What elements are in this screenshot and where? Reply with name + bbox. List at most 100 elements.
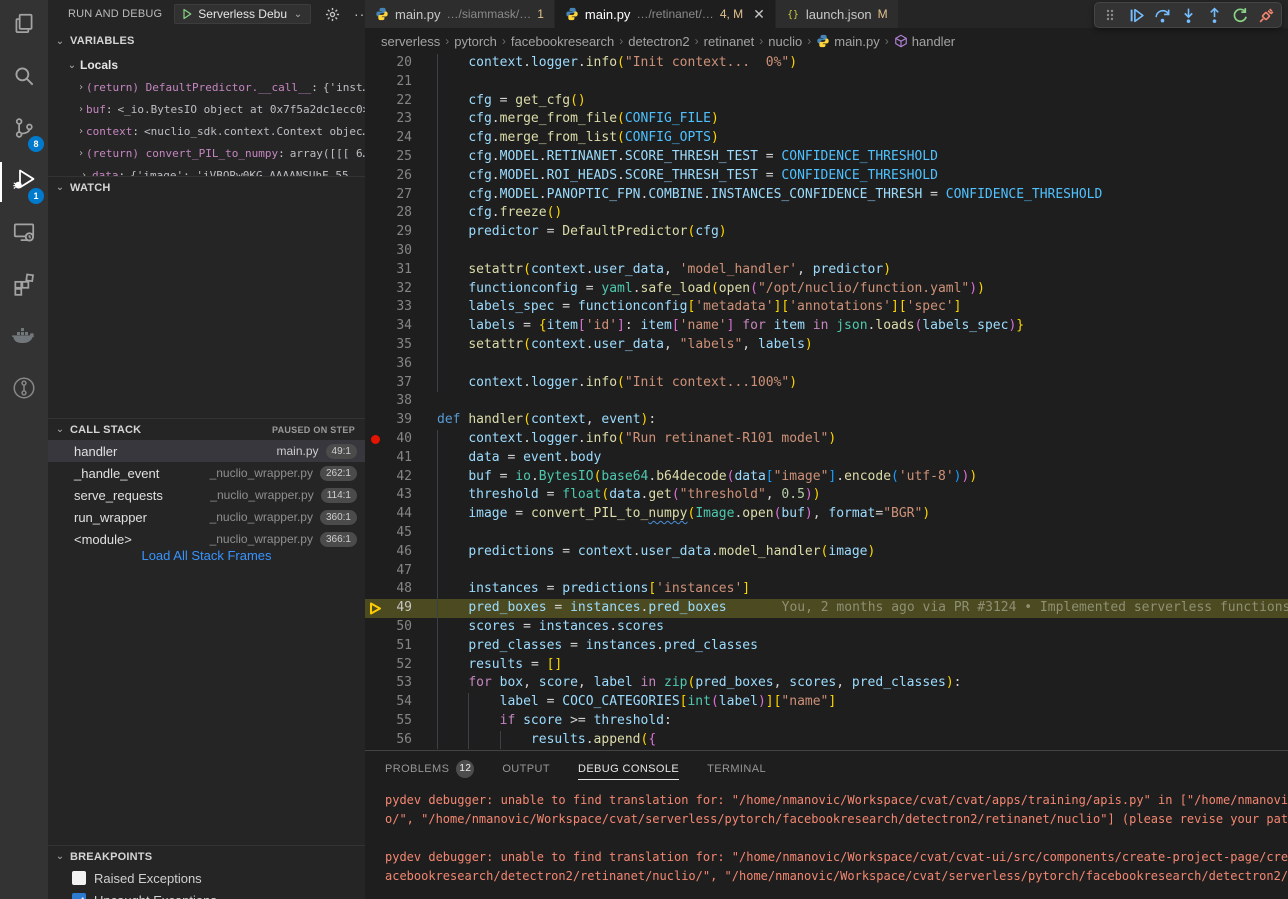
step-into-button[interactable] — [1176, 4, 1200, 26]
stack-frame-row[interactable]: <module>_nuclio_wrapper.py366:1 — [48, 528, 365, 550]
variable-value: <_io.BytesIO object at 0x7f5a2dc1ecc0> — [118, 103, 365, 116]
glyph-margin[interactable] — [365, 411, 385, 430]
glyph-margin[interactable] — [365, 449, 385, 468]
step-out-button[interactable] — [1202, 4, 1226, 26]
activitybar-item-gitlens[interactable] — [0, 364, 48, 416]
glyph-margin[interactable] — [365, 355, 385, 374]
panel-tab-debug-console[interactable]: DEBUG CONSOLE — [578, 757, 679, 780]
editor-tab-main.py[interactable]: main.py…/retinanet/…4, M✕ — [555, 0, 776, 28]
breakpoint-glyph[interactable] — [365, 430, 385, 449]
variables-section-header[interactable]: ⌄ VARIABLES — [48, 30, 365, 52]
glyph-margin[interactable] — [365, 674, 385, 693]
glyph-margin[interactable] — [365, 374, 385, 393]
call-stack-section-header[interactable]: ⌄ CALL STACK PAUSED ON STEP — [48, 418, 365, 440]
glyph-margin[interactable] — [365, 242, 385, 261]
breakpoint-row[interactable]: Uncaught Exceptions — [48, 889, 365, 899]
indent-guide — [437, 486, 438, 505]
launch-config-dropdown[interactable]: Serverless Debu ⌄ — [174, 4, 311, 24]
variable-row[interactable]: ›(return) convert_PIL_to_numpy:array([[[… — [48, 142, 365, 164]
glyph-margin[interactable] — [365, 298, 385, 317]
editor-tab-main.py[interactable]: main.py…/siammask/…1 — [365, 0, 555, 28]
step-over-button[interactable] — [1150, 4, 1174, 26]
extensions-icon — [11, 271, 37, 302]
activitybar-item-source-control[interactable]: 8 — [0, 104, 48, 156]
breakpoint-row[interactable]: Raised Exceptions — [48, 867, 365, 889]
breadcrumb-item-facebookresearch[interactable]: facebookresearch — [511, 34, 614, 49]
glyph-margin[interactable] — [365, 54, 385, 73]
variable-row[interactable]: ›(return) DefaultPredictor.__call__:{'in… — [48, 76, 365, 98]
glyph-margin[interactable] — [365, 280, 385, 299]
breakpoints-section-header[interactable]: ⌄ BREAKPOINTS — [48, 845, 365, 867]
glyph-margin[interactable] — [365, 468, 385, 487]
glyph-margin[interactable] — [365, 656, 385, 675]
activitybar-item-search[interactable] — [0, 52, 48, 104]
breadcrumb-item-retinanet[interactable]: retinanet — [704, 34, 755, 49]
checkbox-checked[interactable] — [72, 893, 86, 899]
gear-icon[interactable] — [325, 7, 340, 22]
glyph-margin[interactable] — [365, 186, 385, 205]
activitybar-item-docker[interactable] — [0, 312, 48, 364]
line-content — [412, 73, 437, 92]
glyph-margin[interactable] — [365, 336, 385, 355]
editor-tab-launch.json[interactable]: {}launch.jsonM — [776, 0, 899, 28]
breadcrumb-item-main.py[interactable]: main.py — [816, 34, 880, 49]
panel-tab-terminal[interactable]: TERMINAL — [707, 757, 766, 780]
glyph-margin[interactable] — [365, 317, 385, 336]
glyph-margin[interactable] — [365, 223, 385, 242]
glyph-margin[interactable] — [365, 486, 385, 505]
variable-value: array([[[ 6… — [290, 147, 365, 160]
variable-row[interactable]: ›context:<nuclio_sdk.context.Context obj… — [48, 120, 365, 142]
watch-section-header[interactable]: ⌄ WATCH — [48, 176, 365, 198]
panel-tab-problems[interactable]: PROBLEMS12 — [385, 754, 474, 783]
glyph-margin[interactable] — [365, 392, 385, 411]
glyph-margin[interactable] — [365, 110, 385, 129]
glyph-margin[interactable] — [365, 693, 385, 712]
frame-file: _nuclio_wrapper.py — [210, 466, 313, 480]
glyph-margin[interactable] — [365, 148, 385, 167]
glyph-margin[interactable] — [365, 167, 385, 186]
glyph-margin[interactable] — [365, 73, 385, 92]
glyph-margin[interactable] — [365, 637, 385, 656]
breadcrumb-item-detectron2[interactable]: detectron2 — [628, 34, 689, 49]
glyph-margin[interactable] — [365, 618, 385, 637]
breadcrumb-item-serverless[interactable]: serverless — [381, 34, 440, 49]
explorer-icon — [11, 11, 37, 42]
activitybar-item-extensions[interactable] — [0, 260, 48, 312]
panel-tab-output[interactable]: OUTPUT — [502, 757, 550, 780]
locals-scope-row[interactable]: ⌄ Locals — [48, 54, 365, 76]
glyph-margin[interactable] — [365, 261, 385, 280]
stack-frame-row[interactable]: serve_requests_nuclio_wrapper.py114:1 — [48, 484, 365, 506]
more-actions-icon[interactable]: ··· — [354, 6, 365, 22]
activitybar-item-remote-explorer[interactable] — [0, 208, 48, 260]
glyph-margin[interactable] — [365, 129, 385, 148]
breadcrumb-item-nuclio[interactable]: nuclio — [768, 34, 802, 49]
current-frame-arrow-icon[interactable] — [365, 599, 385, 618]
checkbox-unchecked[interactable] — [72, 871, 86, 885]
stack-frame-row[interactable]: run_wrapper_nuclio_wrapper.py360:1 — [48, 506, 365, 528]
activitybar-item-run-and-debug[interactable]: 1 — [0, 156, 48, 208]
glyph-margin[interactable] — [365, 204, 385, 223]
disconnect-button[interactable] — [1254, 4, 1278, 26]
glyph-margin[interactable] — [365, 524, 385, 543]
continue-button[interactable] — [1124, 4, 1148, 26]
activitybar-item-explorer[interactable] — [0, 0, 48, 52]
stack-frame-row[interactable]: _handle_event_nuclio_wrapper.py262:1 — [48, 462, 365, 484]
code-editor[interactable]: 20 context.logger.info("Init context... … — [365, 54, 1288, 750]
stack-frame-row[interactable]: handlermain.py49:1 — [48, 440, 365, 462]
load-all-stack-frames-link[interactable]: Load All Stack Frames — [48, 548, 365, 563]
glyph-margin[interactable] — [365, 580, 385, 599]
glyph-margin[interactable] — [365, 731, 385, 750]
indent-guide — [437, 618, 438, 637]
glyph-margin[interactable] — [365, 562, 385, 581]
glyph-margin[interactable] — [365, 543, 385, 562]
close-icon[interactable]: ✕ — [753, 6, 765, 23]
toolbar-grip-handle[interactable] — [1098, 4, 1122, 26]
variable-row[interactable]: ›buf:<_io.BytesIO object at 0x7f5a2dc1ec… — [48, 98, 365, 120]
glyph-margin[interactable] — [365, 712, 385, 731]
breadcrumb-item-handler[interactable]: handler — [894, 34, 955, 49]
restart-button[interactable] — [1228, 4, 1252, 26]
glyph-margin[interactable] — [365, 92, 385, 111]
breadcrumb-item-pytorch[interactable]: pytorch — [454, 34, 497, 49]
line-number: 32 — [385, 280, 412, 299]
glyph-margin[interactable] — [365, 505, 385, 524]
